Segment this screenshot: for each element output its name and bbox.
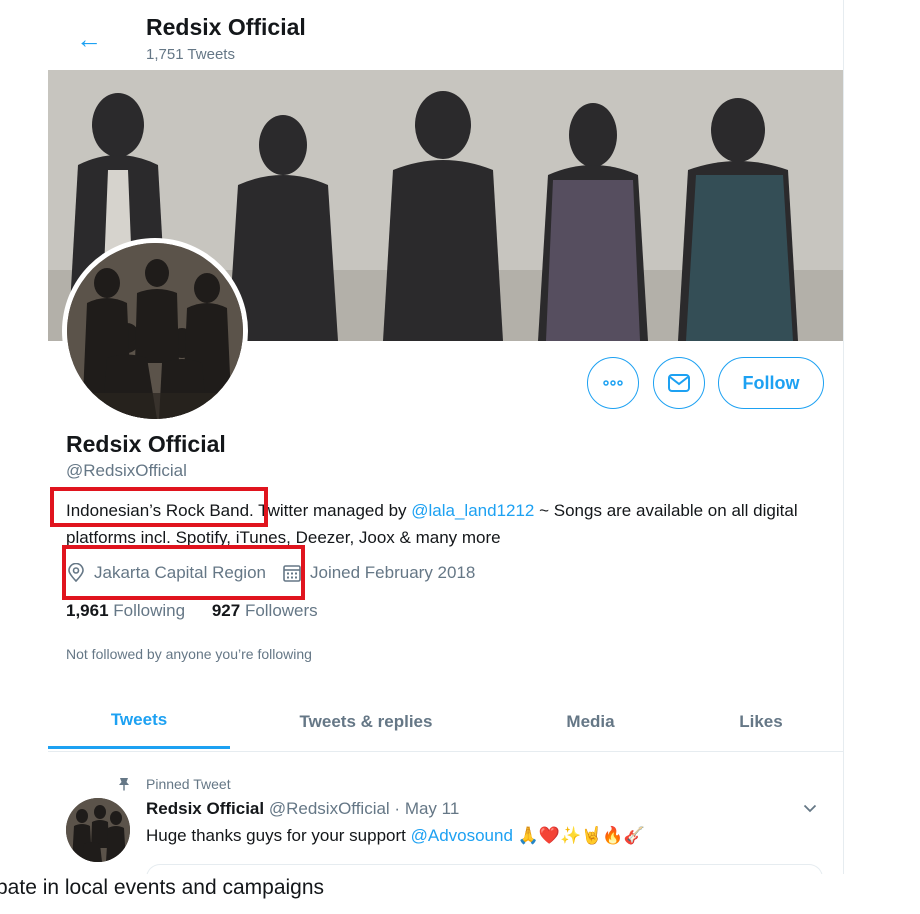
tab-tweets-replies[interactable]: Tweets & replies [230, 694, 502, 749]
profile-name: Redsix Official [66, 431, 226, 457]
profile-handle: @RedsixOfficial [66, 461, 187, 480]
more-horizontal-icon [603, 380, 623, 386]
tweet-author[interactable]: Redsix Official [146, 799, 264, 818]
tweet-text: Huge thanks guys for your support @Advos… [146, 826, 645, 846]
cropped-document-text: pate in local events and campaigns [0, 876, 325, 899]
tweet-handle-date: @RedsixOfficial · May 11 [268, 799, 460, 818]
bio-mention-link[interactable]: @lala_land1212 [411, 501, 534, 520]
tweet-emoji: 🙏❤️✨🤘🔥🎸 [517, 826, 645, 845]
tweet-header: Redsix Official @RedsixOfficial · May 11 [146, 799, 459, 819]
tweet-text-start: Huge thanks guys for your support [146, 826, 411, 845]
pinned-label: Pinned Tweet [146, 776, 231, 792]
back-button[interactable]: ← [72, 22, 106, 56]
more-button[interactable] [587, 357, 639, 409]
followers-count: 927 [211, 601, 241, 620]
highlight-box-location [62, 545, 305, 600]
avatar-photo [67, 243, 243, 419]
timeline-border [843, 0, 844, 880]
tweet-avatar[interactable] [66, 798, 130, 862]
profile-avatar[interactable] [62, 238, 248, 424]
followers-label: Followers [244, 601, 318, 620]
pin-icon [118, 777, 130, 794]
tweet-mention-link[interactable]: @Advosound [411, 826, 513, 845]
tab-likes[interactable]: Likes [679, 694, 843, 749]
arrow-left-icon: ← [76, 24, 102, 54]
tab-tweets[interactable]: Tweets [48, 694, 230, 749]
join-date-text: Joined February 2018 [309, 563, 476, 582]
followers-link[interactable]: 927 Followers [212, 601, 318, 620]
not-followed-note: Not followed by anyone you’re following [66, 646, 312, 662]
follow-stats: 1,961 Following 927 Followers [66, 601, 318, 621]
following-label: Following [113, 601, 186, 620]
following-link[interactable]: 1,961 Following [66, 601, 185, 620]
envelope-icon [668, 374, 690, 392]
tweet-count: 1,751 Tweets [146, 46, 235, 63]
following-count: 1,961 [66, 601, 109, 620]
tweet-menu-button[interactable] [803, 800, 817, 818]
chevron-down-icon [803, 804, 817, 813]
follow-button[interactable]: Follow [718, 357, 824, 409]
join-date: Joined February 2018 [282, 563, 475, 583]
highlight-box-bio [50, 487, 268, 527]
message-button[interactable] [653, 357, 705, 409]
header-title: Redsix Official [146, 14, 306, 40]
profile-tabs: Tweets Tweets & replies Media Likes [48, 694, 843, 752]
tab-media[interactable]: Media [502, 694, 679, 749]
